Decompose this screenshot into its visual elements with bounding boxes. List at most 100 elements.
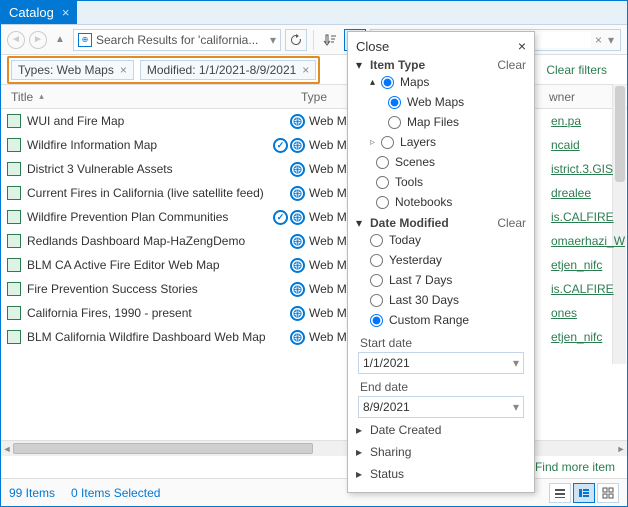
row-owner-link[interactable]: ones [551,306,627,320]
opt-custom[interactable]: Custom Range [370,310,526,330]
row-owner-link[interactable]: en.pa [551,114,627,128]
row-owner-link[interactable]: etjen_nifc [551,330,627,344]
radio-map-files[interactable] [388,116,401,129]
clear-filters-link[interactable]: Clear filters [546,63,621,77]
chip-types-label: Types: Web Maps [18,63,114,77]
row-owner-link[interactable]: omaerhazi_W [551,234,627,248]
panel-close-label[interactable]: Close [356,39,389,54]
opt-map-files[interactable]: Map Files [388,112,526,132]
view-details-button[interactable] [573,483,595,503]
sort-asc-icon: ▴ [39,91,44,102]
caret-down-icon: ▾ [356,216,366,230]
row-owner-link[interactable]: istrict.3.GIS [551,162,627,176]
chip-modified[interactable]: Modified: 1/1/2021-8/9/2021 × [140,60,316,80]
view-list-button[interactable] [549,483,571,503]
check-icon: ✓ [273,138,288,153]
view-tiles-button[interactable] [597,483,619,503]
radio-web-maps[interactable] [388,96,401,109]
panel-close-icon[interactable]: × [518,38,526,54]
globe-icon [290,162,305,177]
globe-icon [290,114,305,129]
map-item-icon [7,162,21,176]
opt-notebooks[interactable]: Notebooks [370,192,526,212]
search-menu-icon[interactable]: ▾ [606,33,616,47]
dropdown-icon[interactable]: ▾ [513,400,519,414]
tab-catalog[interactable]: Catalog × [1,1,77,24]
filter-chips-highlight: Types: Web Maps × Modified: 1/1/2021-8/9… [7,56,320,84]
chip-types[interactable]: Types: Web Maps × [11,60,134,80]
address-bar[interactable]: ⊕ Search Results for 'california... ▾ [73,29,281,51]
row-owner-link[interactable]: ncaid [551,138,627,152]
row-owner-link[interactable]: drealee [551,186,627,200]
end-date-input[interactable]: 8/9/2021 ▾ [358,396,524,418]
radio-layers[interactable] [381,136,394,149]
tab-title: Catalog [9,5,54,20]
opt-scenes[interactable]: Scenes [370,152,526,172]
map-item-icon [7,138,21,152]
address-dropdown-icon[interactable]: ▾ [270,33,276,47]
globe-icon [290,210,305,225]
row-badges [269,258,309,273]
globe-icon [290,258,305,273]
close-tab-icon[interactable]: × [62,5,70,20]
end-date-label: End date [360,380,526,394]
row-owner-link[interactable]: etjen_nifc [551,258,627,272]
section-date-created[interactable]: ▸Date Created [356,420,526,440]
col-header-owner[interactable]: wner [543,90,623,104]
radio-yesterday[interactable] [370,254,383,267]
section-item-type[interactable]: ▾ Item Type Clear [356,58,526,72]
section-sharing[interactable]: ▸Sharing [356,442,526,462]
item-type-clear[interactable]: Clear [497,58,526,72]
caret-down-icon: ▴ [370,77,375,88]
catalog-window: Catalog × ◄ ► ▲ ⊕ Search Results for 'ca… [0,0,628,507]
row-title: BLM CA Active Fire Editor Web Map [27,258,269,272]
start-date-input[interactable]: 1/1/2021 ▾ [358,352,524,374]
row-title: Fire Prevention Success Stories [27,282,269,296]
radio-custom[interactable] [370,314,383,327]
row-title: California Fires, 1990 - present [27,306,269,320]
row-owner-link[interactable]: is.CALFIRE [551,282,627,296]
map-item-icon [7,330,21,344]
opt-today[interactable]: Today [370,230,526,250]
opt-maps[interactable]: ▴ Maps [370,72,526,92]
radio-notebooks[interactable] [376,196,389,209]
search-clear-icon[interactable]: × [595,33,602,47]
row-title: District 3 Vulnerable Assets [27,162,269,176]
chip-modified-remove-icon[interactable]: × [302,63,309,77]
opt-yesterday[interactable]: Yesterday [370,250,526,270]
check-icon: ✓ [273,210,288,225]
sort-button[interactable] [320,30,340,50]
row-badges [269,282,309,297]
opt-last7[interactable]: Last 7 Days [370,270,526,290]
col-header-title[interactable]: Title ▴ [1,90,301,104]
map-item-icon [7,282,21,296]
section-status[interactable]: ▸Status [356,464,526,484]
caret-right-icon: ▹ [370,137,375,148]
radio-tools[interactable] [376,176,389,189]
date-modified-clear[interactable]: Clear [497,216,526,230]
radio-last30[interactable] [370,294,383,307]
opt-layers[interactable]: ▹ Layers [370,132,526,152]
section-date-modified[interactable]: ▾ Date Modified Clear [356,216,526,230]
globe-icon [290,330,305,345]
opt-web-maps[interactable]: Web Maps [388,92,526,112]
row-badges [269,330,309,345]
radio-today[interactable] [370,234,383,247]
row-title: Wildfire Prevention Plan Communities [27,210,269,224]
refresh-button[interactable] [285,29,307,51]
nav-up-button[interactable]: ▲ [51,31,69,49]
dropdown-icon[interactable]: ▾ [513,356,519,370]
radio-maps[interactable] [381,76,394,89]
opt-tools[interactable]: Tools [370,172,526,192]
chip-types-remove-icon[interactable]: × [120,63,127,77]
nav-back-button[interactable]: ◄ [7,31,25,49]
row-badges [269,234,309,249]
row-title: BLM California Wildfire Dashboard Web Ma… [27,330,269,344]
radio-last7[interactable] [370,274,383,287]
row-badges [269,306,309,321]
row-title: Wildfire Information Map [27,138,269,152]
nav-forward-button[interactable]: ► [29,31,47,49]
row-owner-link[interactable]: is.CALFIRE [551,210,627,224]
radio-scenes[interactable] [376,156,389,169]
opt-last30[interactable]: Last 30 Days [370,290,526,310]
